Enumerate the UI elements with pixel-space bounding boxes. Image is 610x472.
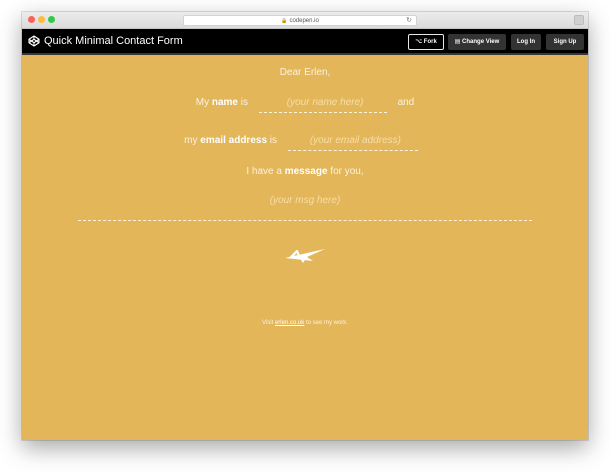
fork-icon: ⌥ [415,39,423,45]
message-sentence: I have a message for you, [22,166,588,177]
change-view-label: Change View [462,39,500,45]
greeting: Dear Erlen, [279,67,331,78]
url-text: codepen.io [289,18,319,24]
browser-window: 🔒 codepen.io ↻ Quick Minimal Contact Form… [22,12,588,440]
footer-prefix: Visit [262,320,274,326]
email-mid: is [269,135,278,146]
email-sentence: my email address is (your email address) [22,135,588,151]
portfolio-link[interactable]: erlen.co.uk [275,320,304,326]
name-prefix: My [195,97,210,108]
footer-suffix: to see my work. [305,320,348,326]
name-input[interactable]: (your name here) [258,97,387,113]
name-mid: is [240,97,248,108]
lock-icon: 🔒 [281,18,288,24]
email-bold-label: email address [200,135,268,146]
name-sentence: My name is (your name here) and [22,97,588,113]
footer-note: Visit erlen.co.uk to see my work. [22,320,588,326]
reload-icon[interactable]: ↻ [406,16,412,26]
change-view-button[interactable]: ▤ Change View [448,34,506,50]
browser-chrome: 🔒 codepen.io ↻ [22,12,588,29]
name-suffix: and [397,97,415,108]
signup-button[interactable]: Sign Up [546,34,584,50]
layout-icon: ▤ [454,39,461,45]
pen-title: Quick Minimal Contact Form [44,35,183,47]
fork-label: Fork [423,39,437,45]
minimize-window-icon[interactable] [38,16,45,23]
email-prefix: my [184,135,198,146]
message-bold-label: message [284,166,328,177]
name-bold-label: name [211,97,238,108]
address-bar[interactable]: 🔒 codepen.io ↻ [183,15,417,26]
message-input[interactable]: (your msg here) [78,195,532,221]
fork-button[interactable]: ⌥ Fork [408,34,444,50]
new-tab-button[interactable] [574,15,584,25]
close-window-icon[interactable] [28,16,35,23]
contact-form: Dear Erlen, My name is (your name here) … [22,57,588,440]
codepen-header: Quick Minimal Contact Form ⌥ Fork ▤ Chan… [22,29,588,55]
paper-plane-icon[interactable] [283,245,327,265]
login-button[interactable]: Log In [511,34,541,50]
message-prefix: I have a [246,166,282,177]
message-suffix: for you, [330,166,364,177]
maximize-window-icon[interactable] [48,16,55,23]
email-input[interactable]: (your email address) [287,135,418,151]
codepen-logo-icon[interactable] [28,35,40,47]
